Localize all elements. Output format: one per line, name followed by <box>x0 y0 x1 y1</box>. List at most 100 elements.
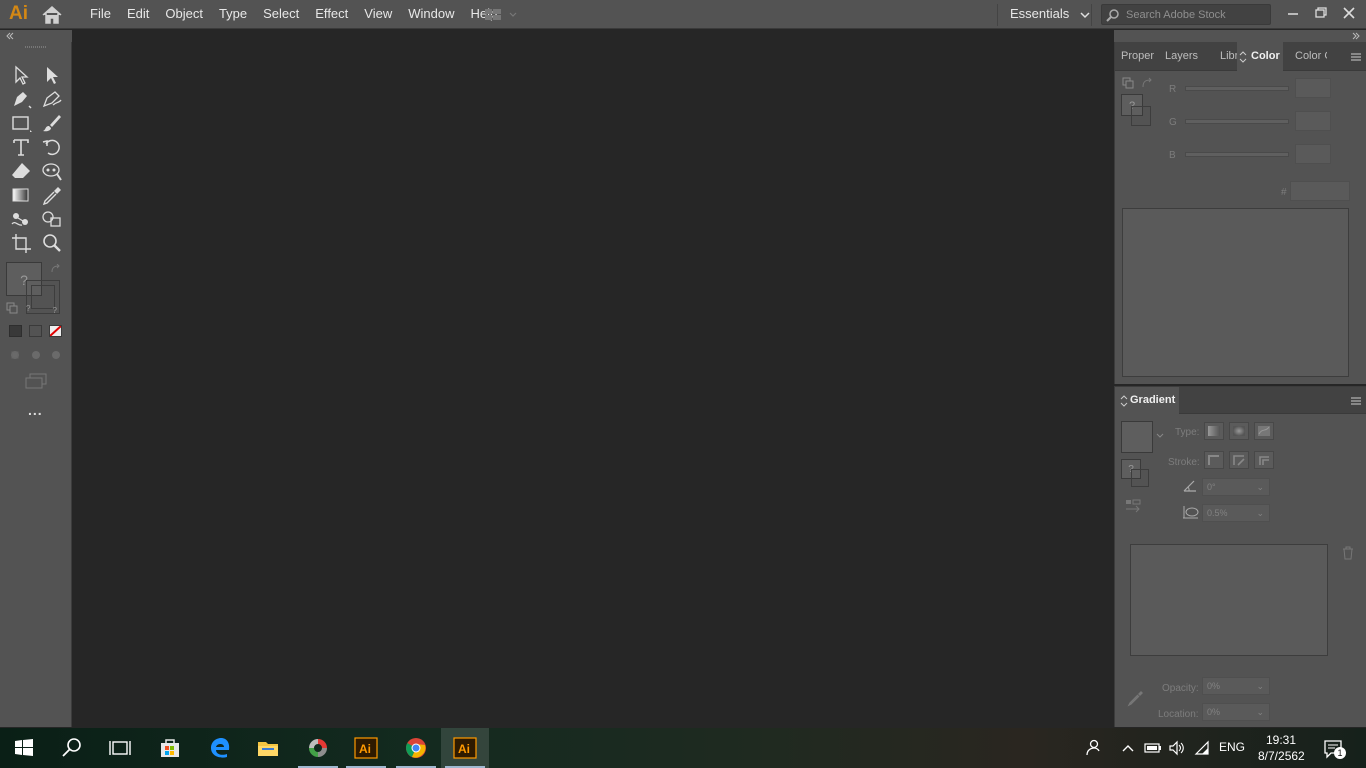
search-icon[interactable] <box>48 728 96 768</box>
app-wheel-icon[interactable] <box>294 728 342 768</box>
channel-b-slider[interactable] <box>1185 152 1289 157</box>
gradient-preview-swatch[interactable] <box>1121 421 1153 453</box>
color-spectrum[interactable] <box>1122 208 1349 377</box>
tab-layers[interactable]: Layers <box>1165 42 1205 71</box>
eraser-icon[interactable] <box>9 160 33 182</box>
selection-icon[interactable] <box>9 64 33 86</box>
arrange-documents-icon[interactable] <box>483 6 523 24</box>
clock[interactable]: 19:31 8/7/2562 <box>1258 732 1305 764</box>
action-center-icon[interactable]: 1 <box>1322 738 1346 760</box>
windows-start-icon[interactable] <box>0 728 48 768</box>
stroke-within-button[interactable] <box>1204 451 1224 469</box>
edge-browser-icon[interactable] <box>196 728 244 768</box>
shape-builder-icon[interactable] <box>40 208 64 230</box>
none-mode-button[interactable] <box>49 325 62 337</box>
file-explorer-icon[interactable] <box>244 728 292 768</box>
tab-gradient[interactable]: Gradient <box>1115 387 1179 414</box>
color-mode-button[interactable] <box>9 325 22 337</box>
artboard-icon[interactable] <box>9 232 33 254</box>
stroke-along-button[interactable] <box>1229 451 1249 469</box>
menu-window[interactable]: Window <box>400 0 462 29</box>
hex-value-input[interactable] <box>1290 181 1350 201</box>
rectangle-icon[interactable] <box>9 112 33 134</box>
default-colors-icon[interactable] <box>1122 77 1134 89</box>
trash-icon[interactable] <box>1342 546 1354 560</box>
radial-gradient-button[interactable] <box>1229 422 1249 440</box>
minimize-icon[interactable] <box>1282 3 1304 23</box>
menu-type[interactable]: Type <box>211 0 255 29</box>
stock-search-box[interactable] <box>1101 4 1271 25</box>
chrome-icon[interactable] <box>392 728 440 768</box>
aspect-ratio-dropdown[interactable]: 0.5% ⌄ <box>1202 504 1270 522</box>
gradient-mode-button[interactable] <box>29 325 42 337</box>
zoom-icon[interactable] <box>40 232 64 254</box>
toolbar-collapse-bar[interactable] <box>0 30 72 42</box>
task-view-icon[interactable] <box>96 728 144 768</box>
channel-r-value[interactable] <box>1295 78 1331 98</box>
stroke-across-button[interactable] <box>1254 451 1274 469</box>
type-icon[interactable] <box>9 136 33 158</box>
curvature-icon[interactable] <box>40 88 64 110</box>
panel-menu-icon[interactable] <box>1349 395 1363 407</box>
channel-g-value[interactable] <box>1295 111 1331 131</box>
channel-b-value[interactable] <box>1295 144 1331 164</box>
illustrator-pinned-icon[interactable]: Ai <box>342 728 390 768</box>
illustrator-logo[interactable]: Ai <box>9 3 28 25</box>
stroke-swatch[interactable] <box>1131 106 1151 126</box>
gradient-eyedropper-icon[interactable] <box>1127 689 1145 707</box>
edit-toolbar-button[interactable]: ... <box>28 402 43 418</box>
language-indicator[interactable]: ENG <box>1219 740 1245 754</box>
draw-modes[interactable] <box>8 348 64 362</box>
gradient-slider-area[interactable] <box>1130 544 1328 656</box>
tab-color-guide[interactable]: Color G <box>1295 42 1327 71</box>
menu-effect[interactable]: Effect <box>307 0 356 29</box>
freeform-gradient-button[interactable] <box>1254 422 1274 440</box>
show-hidden-icons-icon[interactable] <box>1121 741 1135 755</box>
channel-g-slider[interactable] <box>1185 119 1289 124</box>
eyedropper-icon[interactable] <box>40 184 64 206</box>
opacity-dropdown[interactable]: 0% ⌄ <box>1202 677 1270 695</box>
menu-select[interactable]: Select <box>255 0 307 29</box>
workspace-switcher[interactable]: Essentials <box>1010 0 1091 29</box>
menu-file[interactable]: File <box>82 0 119 29</box>
location-dropdown[interactable]: 0% ⌄ <box>1202 703 1270 721</box>
battery-icon[interactable] <box>1144 741 1162 755</box>
direct-selection-icon[interactable] <box>40 64 64 86</box>
gradient-icon[interactable] <box>9 184 33 206</box>
microsoft-store-icon[interactable] <box>146 728 194 768</box>
people-icon[interactable] <box>1084 739 1102 757</box>
close-icon[interactable] <box>1338 3 1360 23</box>
linear-gradient-button[interactable] <box>1204 422 1224 440</box>
chevron-down-icon[interactable] <box>1156 433 1164 439</box>
reverse-gradient-icon[interactable] <box>1125 499 1141 513</box>
pen-icon[interactable] <box>9 88 33 110</box>
stroke-swatch[interactable]: ? <box>26 280 60 315</box>
menu-view[interactable]: View <box>356 0 400 29</box>
volume-icon[interactable] <box>1168 740 1186 756</box>
panel-collapse-bar[interactable] <box>1114 30 1366 42</box>
grip-icon[interactable] <box>25 45 47 49</box>
stock-search-input[interactable] <box>1124 6 1268 23</box>
swap-fill-stroke-icon[interactable] <box>1141 77 1153 89</box>
menu-object[interactable]: Object <box>157 0 211 29</box>
default-colors-icon[interactable] <box>6 302 18 314</box>
puppet-warp-icon[interactable] <box>40 160 64 182</box>
home-icon[interactable] <box>41 5 63 25</box>
tab-properties[interactable]: Proper <box>1121 42 1161 71</box>
wifi-icon[interactable] <box>1194 740 1210 756</box>
blend-icon[interactable] <box>9 208 33 230</box>
rotate-icon[interactable] <box>40 136 64 158</box>
panel-menu-icon[interactable] <box>1349 51 1363 63</box>
document-canvas[interactable] <box>73 30 1113 727</box>
angle-value: 0° <box>1207 482 1216 492</box>
angle-dropdown[interactable]: 0° ⌄ <box>1202 478 1270 496</box>
swap-fill-stroke-icon[interactable] <box>50 264 62 274</box>
screen-mode-icon[interactable] <box>24 372 48 390</box>
menu-edit[interactable]: Edit <box>119 0 157 29</box>
gradient-stroke-swatch[interactable] <box>1131 469 1149 487</box>
channel-r-slider[interactable] <box>1185 86 1289 91</box>
paintbrush-icon[interactable] <box>40 112 64 134</box>
divider <box>997 4 998 26</box>
illustrator-active-icon[interactable]: Ai <box>441 728 489 768</box>
restore-icon[interactable] <box>1310 3 1332 23</box>
